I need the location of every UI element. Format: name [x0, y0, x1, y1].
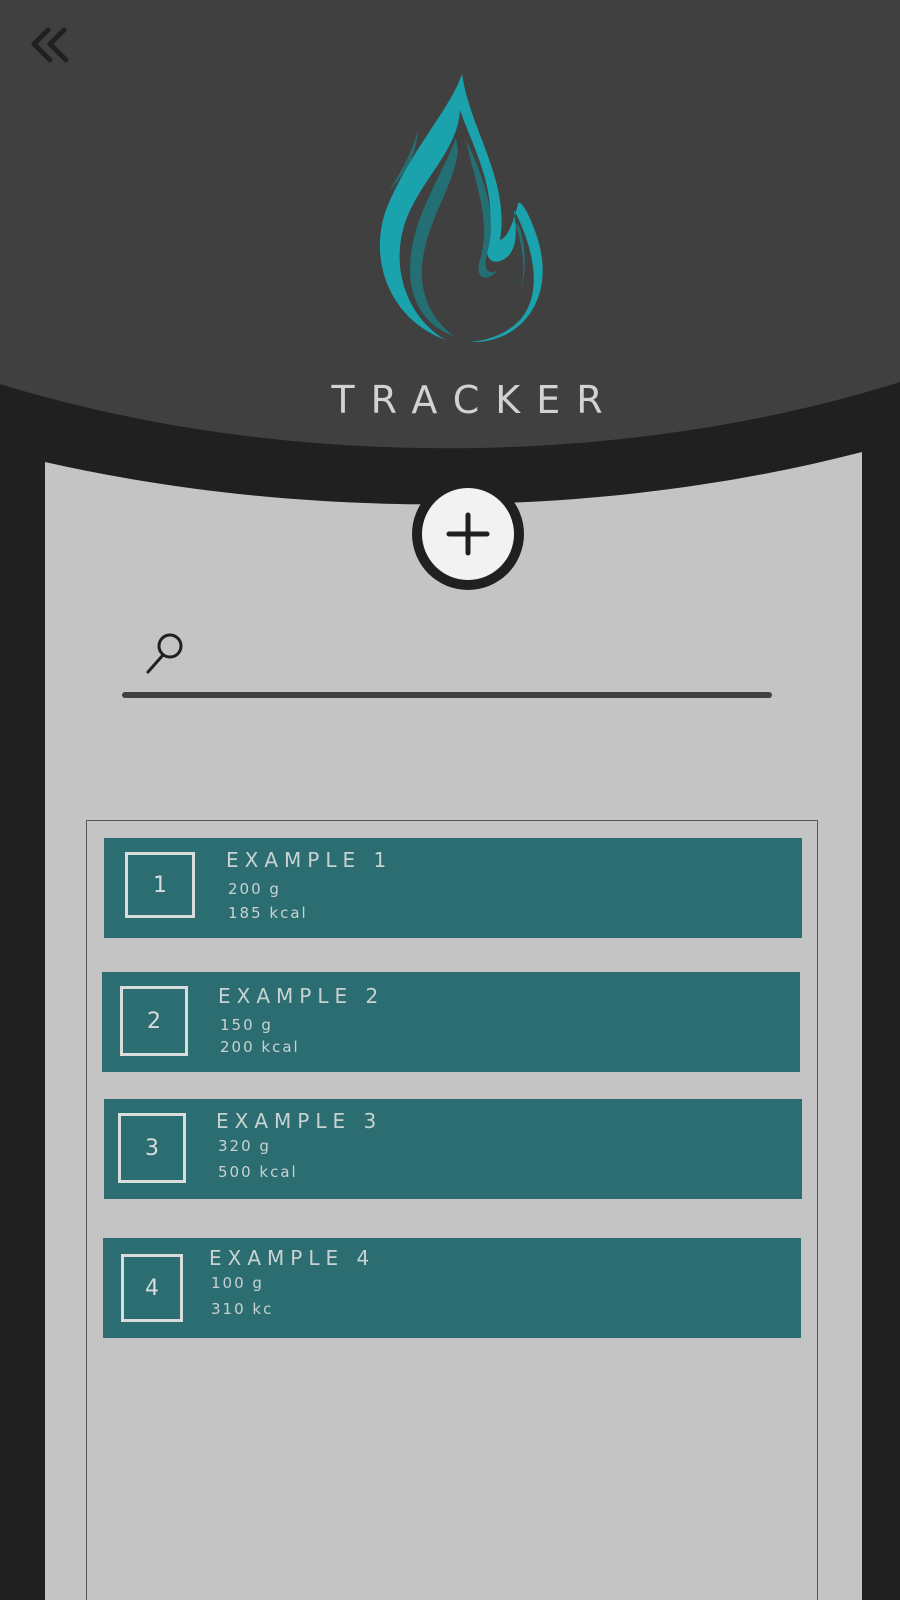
entry-calories: 310 kc: [211, 1300, 274, 1318]
entry-name: EXAMPLE 4: [209, 1246, 376, 1270]
search-icon[interactable]: [142, 630, 188, 676]
add-button-face: [422, 488, 514, 580]
entry-weight: 150 g: [220, 1016, 273, 1034]
magnifier-glyph: [146, 633, 183, 674]
list-item[interactable]: 1 EXAMPLE 1 200 g 185 kcal: [104, 838, 802, 938]
entry-name: EXAMPLE 3: [216, 1109, 383, 1133]
search-underline: [122, 692, 772, 698]
entry-name: EXAMPLE 2: [218, 984, 385, 1008]
list-item[interactable]: 3 EXAMPLE 3 320 g 500 kcal: [104, 1099, 802, 1199]
entry-weight: 200 g: [228, 880, 281, 898]
flame-icon: [379, 74, 543, 343]
app-title: TRACKER: [331, 378, 619, 422]
search-input[interactable]: [196, 636, 760, 682]
tracker-screen: TRACKER 1 EXAMPLE 1 200 g 185 kcal 2 EXA…: [0, 0, 900, 1600]
entry-thumbnail: 1: [125, 852, 195, 918]
add-button[interactable]: [412, 478, 524, 590]
list-item[interactable]: 2 EXAMPLE 2 150 g 200 kcal: [102, 972, 800, 1072]
entry-name: EXAMPLE 1: [226, 848, 393, 872]
chevron-double-left-icon: [31, 27, 69, 63]
list-item[interactable]: 4 EXAMPLE 4 100 g 310 kc: [103, 1238, 801, 1338]
entry-weight: 100 g: [211, 1274, 264, 1292]
plus-icon: [446, 512, 490, 556]
entry-calories: 500 kcal: [218, 1163, 298, 1181]
entry-weight: 320 g: [218, 1137, 271, 1155]
flame-logo: [370, 70, 550, 350]
back-button[interactable]: [26, 22, 78, 70]
entry-thumbnail: 4: [121, 1254, 183, 1322]
entry-calories: 200 kcal: [220, 1038, 300, 1056]
entry-calories: 185 kcal: [228, 904, 308, 922]
entry-thumbnail: 2: [120, 986, 188, 1056]
entry-thumbnail: 3: [118, 1113, 186, 1183]
